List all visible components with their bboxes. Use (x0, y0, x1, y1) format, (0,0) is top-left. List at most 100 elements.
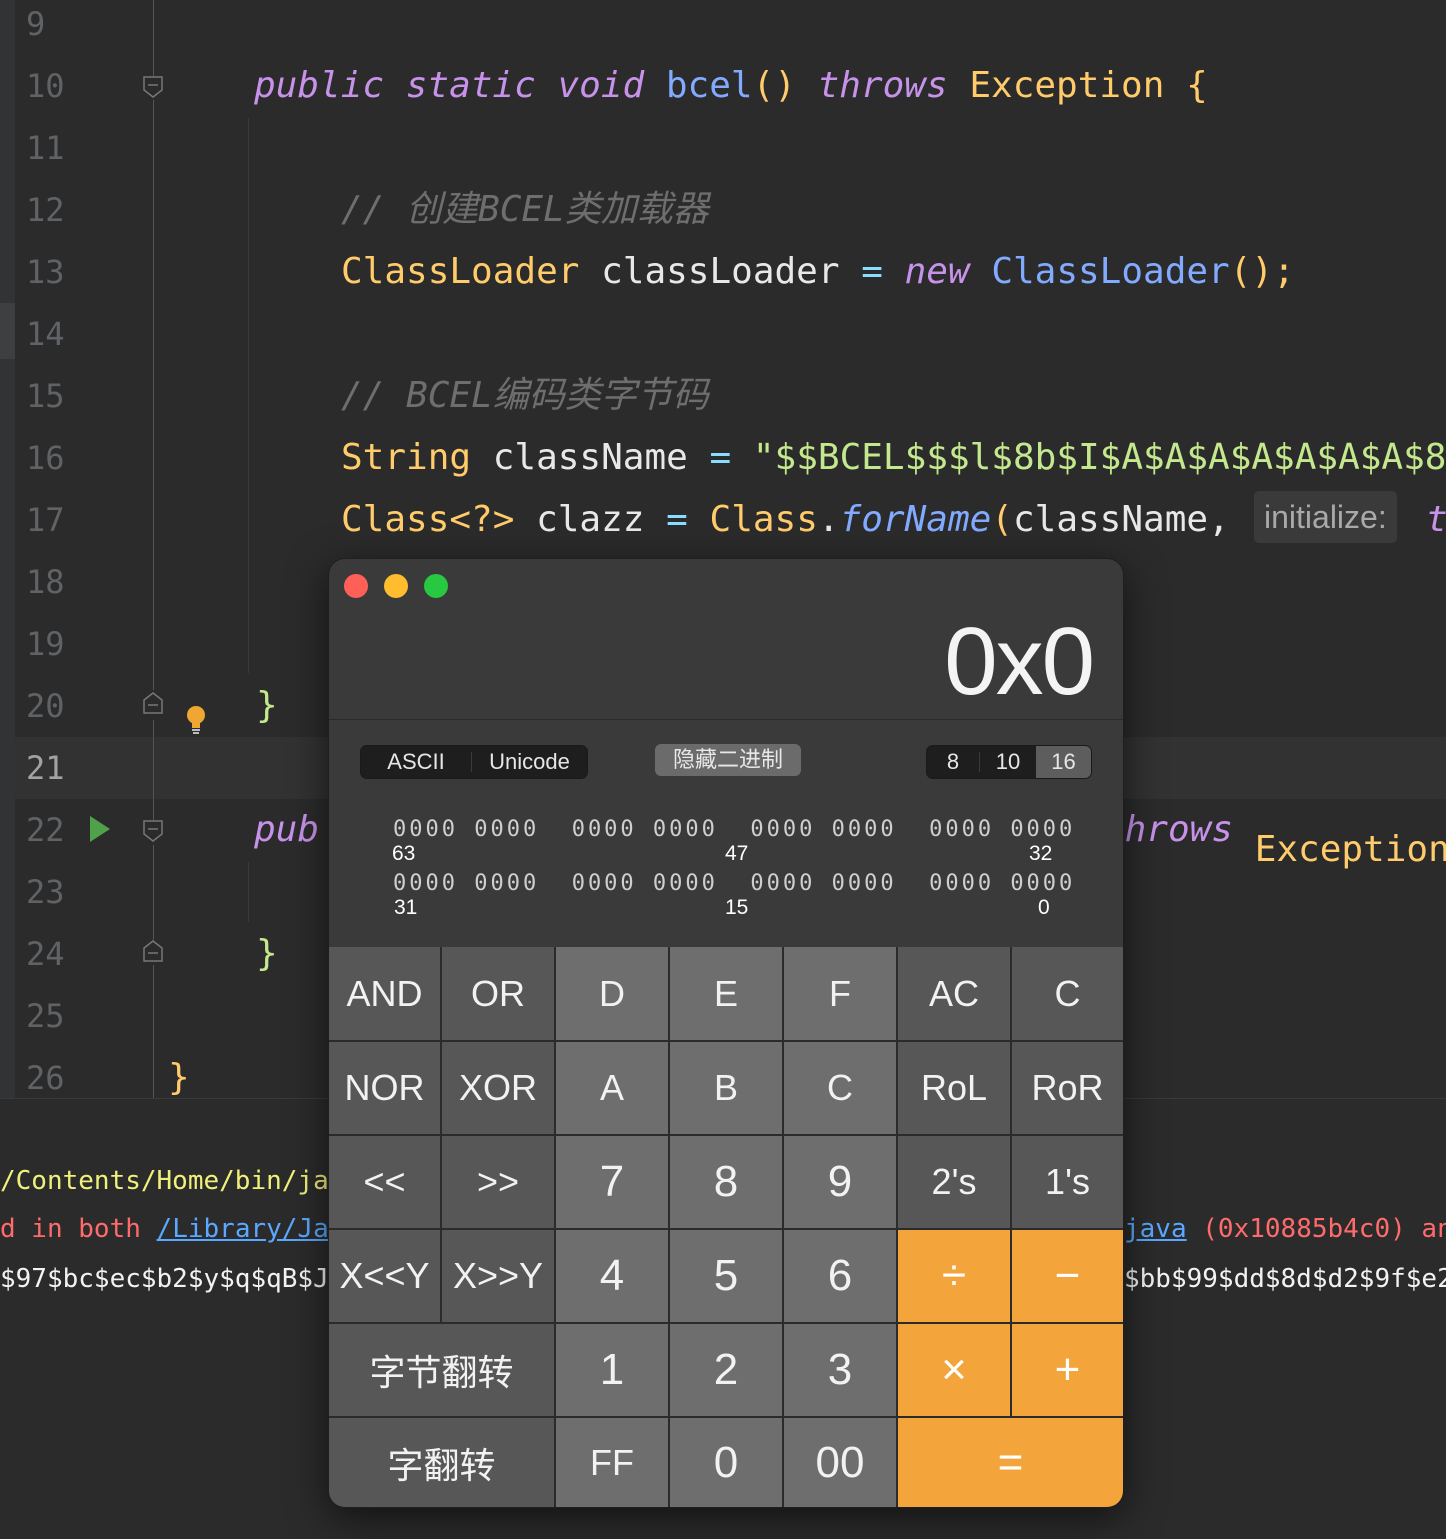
dot: . (817, 499, 840, 540)
hide-binary-button[interactable]: 隐藏二进制 (655, 744, 801, 776)
key-xor[interactable]: XOR (442, 1042, 554, 1134)
fold-end-icon[interactable] (143, 692, 163, 714)
code-line-24[interactable]: } (256, 923, 278, 985)
brace: } (256, 685, 278, 726)
key-add[interactable]: + (1012, 1324, 1123, 1416)
key-divide[interactable]: ÷ (898, 1230, 1010, 1322)
encoding-ascii[interactable]: ASCII (361, 746, 471, 778)
bit-label: 15 (725, 896, 749, 919)
code-line-13[interactable]: ClassLoader classLoader = new ClassLoade… (341, 241, 1295, 303)
fold-collapse-icon[interactable] (143, 76, 163, 98)
code-line-17-tail: t (1426, 489, 1446, 551)
bit-label: 32 (1029, 842, 1053, 865)
key-equals[interactable]: = (898, 1418, 1123, 1507)
key-9[interactable]: 9 (784, 1136, 896, 1228)
base-10[interactable]: 10 (980, 746, 1036, 778)
key-00[interactable]: 00 (784, 1418, 896, 1507)
binary-bits-row-lower[interactable]: 0000 0000 0000 0000 0000 0000 0000 0000 (393, 871, 1075, 896)
key-byte-flip[interactable]: 字节翻转 (329, 1324, 554, 1416)
key-6[interactable]: 6 (784, 1230, 896, 1322)
fold-guide (153, 100, 154, 690)
key-hex-e[interactable]: E (670, 947, 782, 1040)
key-7[interactable]: 7 (556, 1136, 668, 1228)
key-hex-c[interactable]: C (784, 1042, 896, 1134)
base-segmented-control[interactable]: 8 10 16 (926, 745, 1092, 779)
paren: (); (1229, 251, 1295, 292)
code-line-10[interactable]: public static void bcel() throws Excepti… (254, 55, 1208, 117)
key-clear[interactable]: C (1012, 947, 1123, 1040)
binary-bits-row-upper[interactable]: 0000 0000 0000 0000 0000 0000 0000 0000 (393, 817, 1075, 842)
brace: } (168, 1057, 190, 1098)
variable: className (492, 437, 688, 478)
key-4[interactable]: 4 (556, 1230, 668, 1322)
key-nor[interactable]: NOR (329, 1042, 440, 1134)
key-x-shift-left-y[interactable]: X<<Y (329, 1230, 440, 1322)
key-1[interactable]: 1 (556, 1324, 668, 1416)
key-twos-complement[interactable]: 2's (898, 1136, 1010, 1228)
close-window-button[interactable] (344, 574, 368, 598)
gutter-marker (0, 303, 15, 359)
key-or[interactable]: OR (442, 947, 554, 1040)
console-line: $bb$99$dd$8d$d2$9f$e2$_ (1124, 1264, 1446, 1294)
key-rotate-left[interactable]: RoL (898, 1042, 1010, 1134)
keyword: void (557, 65, 645, 106)
editor-gutter (0, 0, 15, 1098)
key-hex-f[interactable]: F (784, 947, 896, 1040)
code-line-17[interactable]: Class<?> clazz = Class.forName(className… (341, 489, 1230, 551)
code-line-16[interactable]: String className = "$$BCEL$$$l$8b$I$A$A$… (341, 427, 1446, 489)
key-subtract[interactable]: − (1012, 1230, 1123, 1322)
key-ff[interactable]: FF (556, 1418, 668, 1507)
code-line-20[interactable]: } (256, 675, 278, 737)
key-hex-b[interactable]: B (670, 1042, 782, 1134)
key-word-flip[interactable]: 字翻转 (329, 1418, 554, 1507)
code-line-15[interactable]: // BCEL编码类字节码 (341, 365, 709, 427)
key-shift-right[interactable]: >> (442, 1136, 554, 1228)
line-number: 26 (26, 1059, 65, 1097)
key-hex-a[interactable]: A (556, 1042, 668, 1134)
key-shift-left[interactable]: << (329, 1136, 440, 1228)
comment: // 创建BCEL类加载器 (341, 189, 709, 230)
line-number: 20 (26, 687, 65, 725)
operator: = (666, 499, 688, 540)
zoom-window-button[interactable] (424, 574, 448, 598)
code-line-22[interactable]: pub (254, 799, 319, 861)
code-line-12[interactable]: // 创建BCEL类加载器 (341, 179, 709, 241)
key-ones-complement[interactable]: 1's (1012, 1136, 1123, 1228)
run-icon[interactable] (90, 816, 110, 842)
encoding-unicode[interactable]: Unicode (472, 746, 587, 778)
calculator-window[interactable]: 0x0 ASCII Unicode 隐藏二进制 8 10 16 0000 000… (329, 559, 1123, 1507)
key-multiply[interactable]: × (898, 1324, 1010, 1416)
key-and[interactable]: AND (329, 947, 440, 1040)
line-number-active: 21 (26, 749, 65, 787)
minimize-window-button[interactable] (384, 574, 408, 598)
key-5[interactable]: 5 (670, 1230, 782, 1322)
encoding-segmented-control[interactable]: ASCII Unicode (360, 745, 588, 779)
base-16-selected[interactable]: 16 (1036, 746, 1091, 778)
key-x-shift-right-y[interactable]: X>>Y (442, 1230, 554, 1322)
line-number: 10 (26, 67, 65, 105)
variable: clazz (536, 499, 645, 540)
key-hex-d[interactable]: D (556, 947, 668, 1040)
fold-guide (153, 845, 154, 940)
base-8[interactable]: 8 (927, 746, 979, 778)
comment: // BCEL编码类字节码 (341, 375, 709, 416)
argument: className, (1012, 499, 1230, 540)
code-line-22-tail[interactable]: throws Exception (1123, 799, 1446, 870)
type-name: String (341, 437, 472, 478)
fold-end-icon[interactable] (143, 940, 163, 962)
lightbulb-icon[interactable] (186, 705, 206, 735)
line-number: 14 (26, 315, 65, 353)
fold-guide (153, 0, 154, 78)
code-line-26[interactable]: } (168, 1047, 190, 1098)
console-link[interactable]: java (1124, 1214, 1187, 1244)
key-2[interactable]: 2 (670, 1324, 782, 1416)
key-8[interactable]: 8 (670, 1136, 782, 1228)
key-all-clear[interactable]: AC (898, 947, 1010, 1040)
key-rotate-right[interactable]: RoR (1012, 1042, 1123, 1134)
type-name: Exception (1254, 829, 1446, 870)
fold-collapse-icon[interactable] (143, 820, 163, 842)
class-name: Class (709, 499, 818, 540)
key-0[interactable]: 0 (670, 1418, 782, 1507)
key-3[interactable]: 3 (784, 1324, 896, 1416)
keyword: public (254, 65, 385, 106)
